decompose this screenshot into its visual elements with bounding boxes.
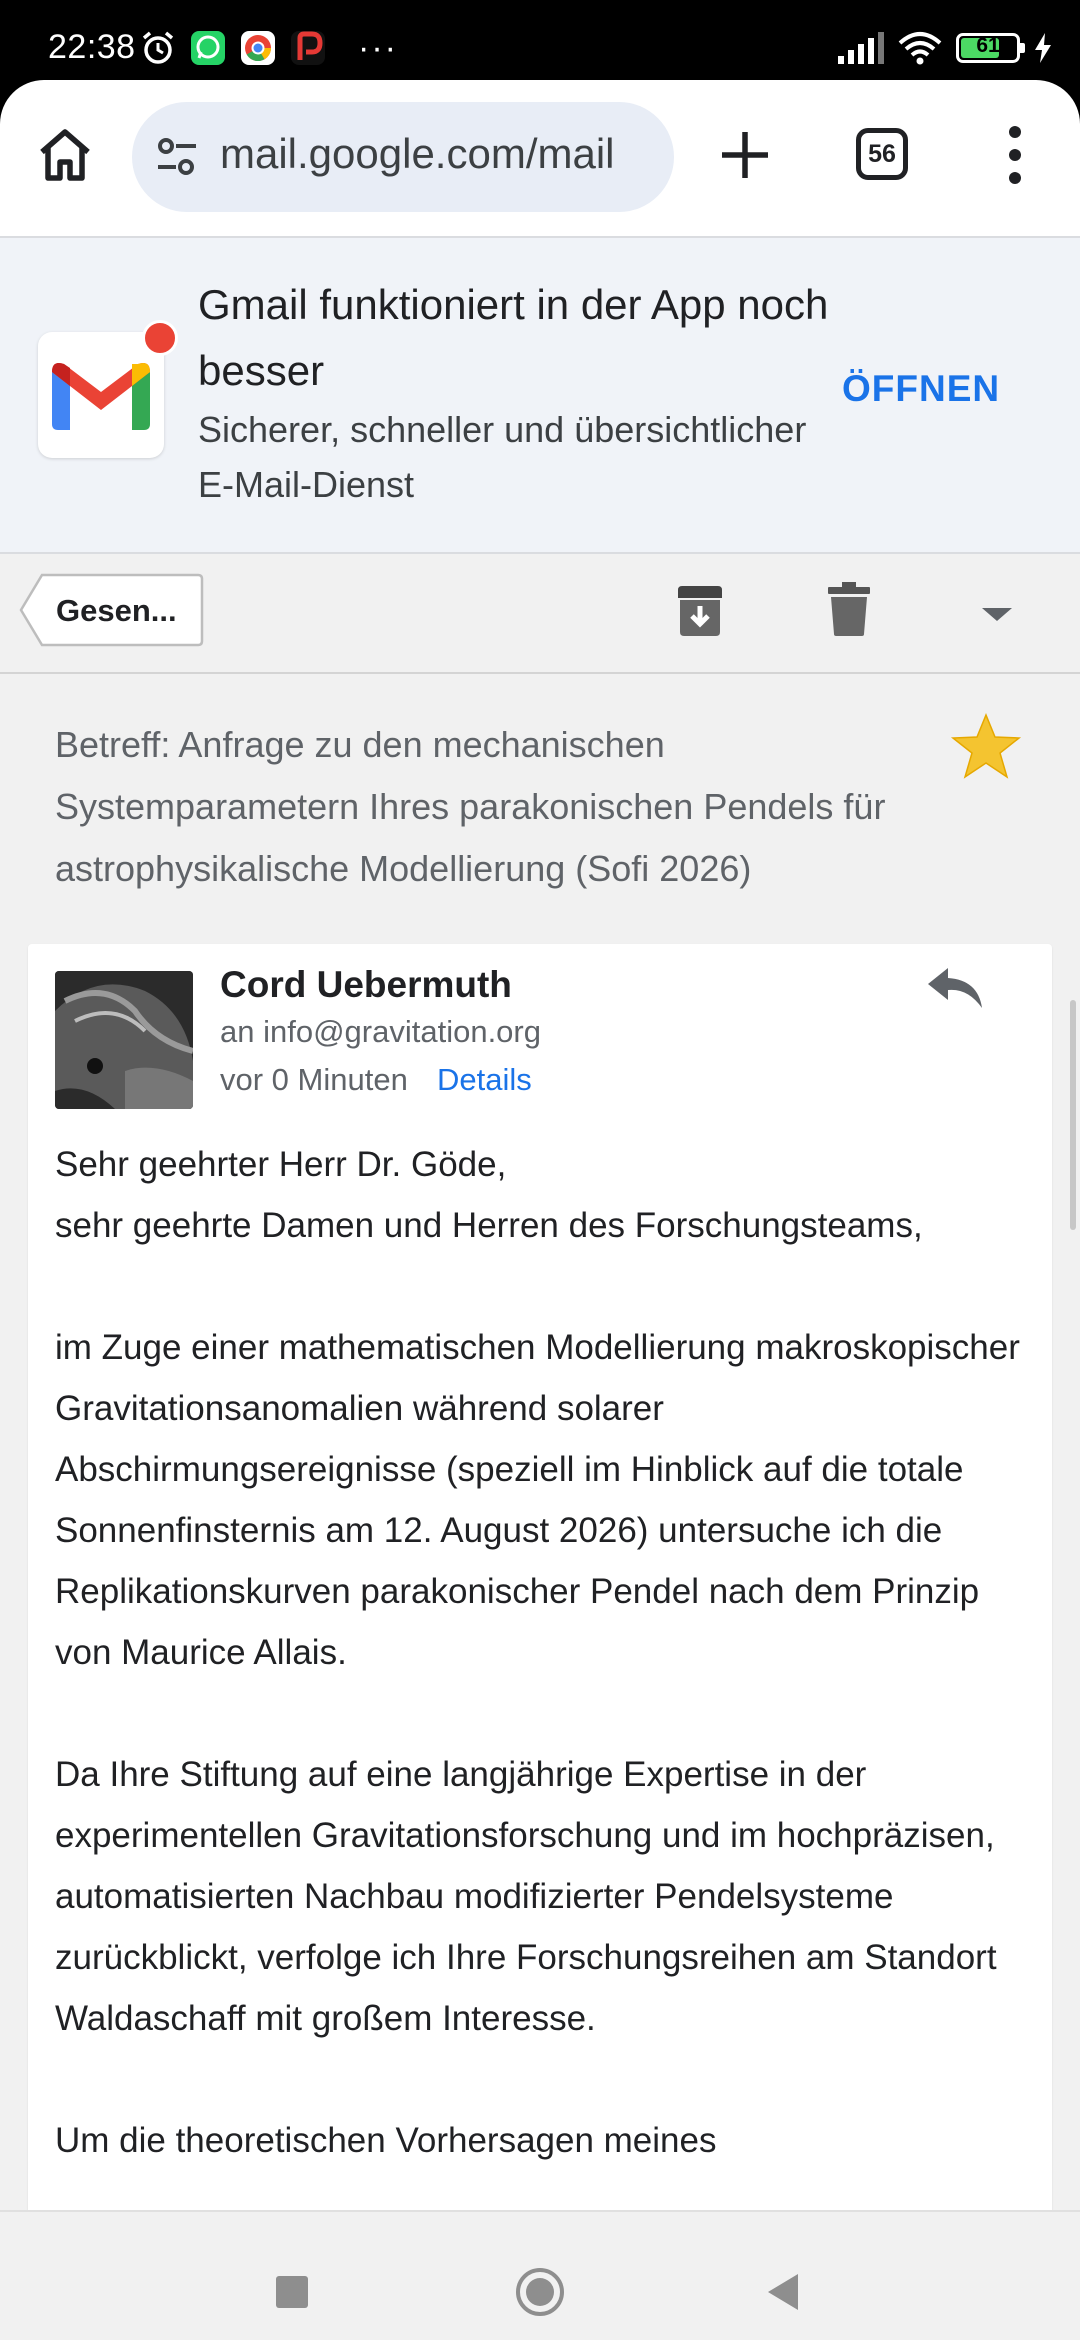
url-text[interactable]: mail.google.com/mail [220,130,660,178]
home-icon[interactable] [36,126,94,184]
tab-count: 56 [868,139,896,168]
home-button-icon[interactable] [514,2266,566,2318]
wifi-icon [898,32,942,65]
notification-icons: ··· [140,28,398,68]
time-ago: vor 0 Minuten [220,1062,408,1097]
sender-avatar[interactable] [55,971,193,1109]
delete-icon[interactable] [828,582,870,636]
more-actions-dropdown-icon[interactable] [980,604,1014,624]
back-button-icon[interactable] [764,2272,804,2312]
greeting-line-2: sehr geehrte Damen und Herren des Forsch… [55,1206,923,1245]
system-status-icons: 61 [838,28,1052,68]
whatsapp-icon [191,31,225,65]
avatar-photo-icon [55,971,193,1109]
address-bar[interactable]: mail.google.com/mail [132,102,674,212]
overflow-menu-icon[interactable] [1000,124,1030,186]
browser-toolbar: mail.google.com/mail 56 [0,80,1080,236]
archive-icon[interactable] [674,584,726,638]
alarm-icon [142,31,174,64]
charging-icon [1035,33,1051,63]
system-navigation-bar [0,2210,1080,2340]
notification-dot [142,320,178,356]
new-tab-icon[interactable] [718,128,772,182]
details-link[interactable]: Details [437,1062,532,1098]
more-notifications: ··· [358,28,398,67]
app-notification-icon [291,31,325,65]
tab-switcher-button[interactable]: 56 [856,128,908,180]
body-paragraph-2: Da Ihre Stiftung auf eine langjährige Ex… [55,1755,997,2038]
sender-name: Cord Uebermuth [220,964,512,1005]
promo-title: Gmail funktioniert in der App noch besse… [198,281,829,394]
body-paragraph-3: Um die theoretischen Vorhersagen meines [55,2121,717,2160]
promo-subtitle: Sicherer, schneller und übersichtlicher … [198,409,807,505]
signal-icon [838,32,884,64]
app-promo-banner: Gmail funktioniert in der App noch besse… [0,236,1080,554]
chrome-icon [241,31,275,65]
greeting-line-1: Sehr geehrter Herr Dr. Göde, [55,1145,507,1184]
site-settings-icon[interactable] [154,134,200,180]
open-app-button[interactable]: ÖFFNEN [842,368,1000,410]
battery-icon: 61 [956,33,1025,63]
recipient: an info@gravitation.org [220,1014,541,1049]
page-scrollbar[interactable] [1070,1000,1076,1230]
folder-label[interactable]: Gesen... [56,593,177,629]
star-icon[interactable] [950,712,1022,780]
reply-icon[interactable] [926,966,984,1010]
gmail-logo [38,332,164,458]
message-toolbar: Gesen... [0,554,1080,674]
gmail-logo-icon [52,363,150,430]
status-bar: 22:38 ··· 61 [0,0,1080,80]
message-body: Sehr geehrter Herr Dr. Göde, sehr geehrt… [55,1134,1045,2232]
recent-apps-button[interactable] [276,2276,308,2308]
body-paragraph-1: im Zuge einer mathematischen Modellierun… [55,1328,1020,1672]
email-subject: Betreff: Anfrage zu den mechanischen Sys… [55,724,886,889]
battery-level: 61 [976,34,1000,57]
message-card: Cord Uebermuth an info@gravitation.org v… [28,944,1052,2244]
status-time: 22:38 [48,28,136,66]
